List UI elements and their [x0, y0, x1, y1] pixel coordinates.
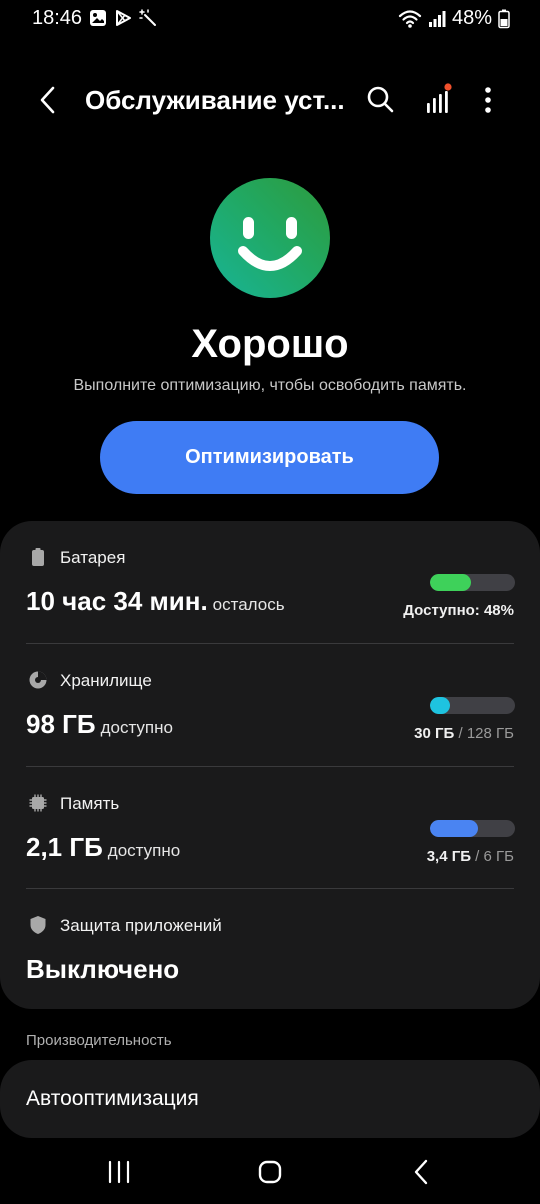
more-options-button[interactable] — [474, 84, 502, 116]
app-protection-row[interactable]: Защита приложений Выключено — [0, 889, 540, 1009]
search-icon — [367, 86, 394, 113]
battery-icon — [498, 9, 510, 28]
home-button[interactable] — [252, 1154, 288, 1190]
status-time: 18:46 — [32, 7, 83, 29]
storage-value: 98 ГБ доступно — [26, 709, 173, 740]
memory-used: 3,4 ГБ — [426, 848, 471, 865]
storage-used: 30 ГБ — [414, 725, 455, 742]
chevron-left-icon — [40, 86, 55, 114]
optimize-button[interactable]: Оптимизировать — [100, 421, 439, 494]
status-bar: 18:46 48% — [0, 0, 540, 36]
nav-back-button[interactable] — [404, 1154, 440, 1190]
bar-chart-icon — [427, 83, 452, 113]
performance-header: Производительность — [26, 1032, 172, 1049]
system-icons: 48% — [398, 7, 510, 30]
battery-label: Батарея — [60, 548, 126, 567]
memory-bar — [430, 820, 515, 837]
recents-button[interactable] — [101, 1154, 137, 1190]
recents-icon — [108, 1160, 130, 1184]
storage-caption: 30 ГБ / 128 ГБ — [414, 725, 514, 742]
battery-suffix: осталось — [212, 595, 285, 614]
app-protection-value: Выключено — [26, 954, 180, 984]
maintenance-card: Батарея 10 час 34 мин. осталось Доступно:… — [0, 521, 540, 1009]
storage-suffix: доступно — [100, 718, 173, 737]
memory-label: Память — [60, 794, 120, 813]
memory-bar-fill — [430, 820, 479, 837]
memory-caption: 3,4 ГБ / 6 ГБ — [427, 848, 514, 865]
status-title: Хорошо — [191, 322, 349, 366]
status-description: Выполните оптимизацию, чтобы освободить … — [73, 377, 467, 394]
notification-icons — [89, 9, 157, 27]
memory-chip-icon — [29, 794, 47, 812]
memory-value: 2,1 ГБ доступно — [26, 832, 180, 863]
auto-optimization-label: Автооптимизация — [26, 1087, 199, 1110]
back-button[interactable] — [32, 84, 64, 116]
smiley-face-icon — [238, 217, 302, 271]
battery-bar-fill — [430, 574, 471, 591]
storage-pie-icon — [29, 671, 47, 689]
storage-row[interactable]: Хранилище 98 ГБ доступно 30 ГБ / 128 ГБ — [0, 644, 540, 766]
app-bar: Обслуживание уст... — [0, 72, 540, 128]
storage-label: Хранилище — [60, 671, 152, 690]
battery-icon — [32, 548, 44, 566]
storage-bar-fill — [430, 697, 450, 714]
memory-free: 2,1 ГБ — [26, 832, 103, 862]
memory-suffix: доступно — [107, 841, 181, 860]
signal-icon — [428, 10, 446, 27]
battery-caption: Доступно: 48% — [403, 602, 514, 619]
app-protection-label: Защита приложений — [60, 916, 222, 935]
auto-optimization-item[interactable]: Автооптимизация — [0, 1060, 540, 1138]
status-smiley — [210, 178, 330, 298]
page-title: Обслуживание уст... — [85, 85, 345, 115]
battery-bar — [430, 574, 515, 591]
memory-separator: / — [475, 848, 480, 865]
stats-button[interactable] — [422, 82, 456, 116]
wifi-icon — [398, 9, 422, 28]
navigation-bar — [0, 1140, 540, 1204]
battery-row[interactable]: Батарея 10 час 34 мин. осталось Доступно:… — [0, 521, 540, 643]
battery-percent: 48% — [451, 7, 492, 29]
storage-free: 98 ГБ — [26, 709, 96, 739]
battery-time: 10 час 34 мин. — [26, 586, 208, 616]
memory-row[interactable]: Память 2,1 ГБ доступно 3,4 ГБ / 6 ГБ — [0, 767, 540, 889]
battery-value: 10 час 34 мин. осталось — [26, 586, 285, 617]
home-icon — [258, 1160, 282, 1184]
more-vertical-icon — [485, 87, 491, 113]
back-icon — [414, 1159, 428, 1185]
search-button[interactable] — [364, 84, 396, 116]
storage-separator: / — [458, 725, 463, 742]
memory-total: 6 ГБ — [483, 848, 514, 865]
gallery-icon — [90, 10, 106, 26]
play-store-icon — [116, 10, 131, 26]
magic-wand-icon — [139, 9, 156, 26]
shield-icon — [30, 916, 46, 934]
storage-total: 128 ГБ — [466, 725, 514, 742]
storage-bar — [430, 697, 515, 714]
